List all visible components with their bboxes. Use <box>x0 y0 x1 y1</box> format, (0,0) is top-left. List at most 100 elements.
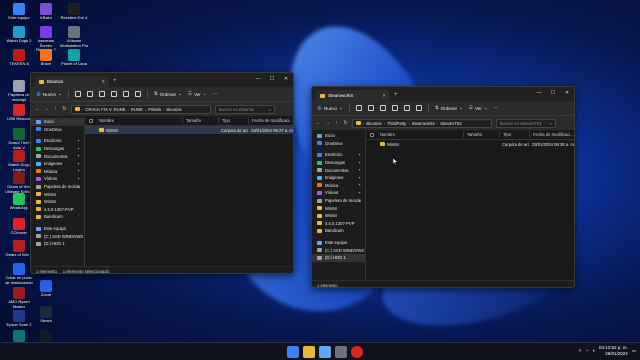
notifications-icon[interactable]: ▭ <box>632 348 636 354</box>
up-arrow-icon[interactable]: ↑ <box>334 120 339 126</box>
share-icon[interactable] <box>122 91 129 97</box>
column-header[interactable]: Nombre <box>96 117 182 124</box>
nav-item[interactable]: Escritorio ✦ <box>31 137 84 145</box>
file-name-cell[interactable]: Win64 <box>377 142 463 147</box>
nav-item[interactable]: Documentos ✦ <box>31 152 84 160</box>
breadcrumb-separator-icon[interactable]: › <box>363 121 364 126</box>
nav-item[interactable]: Vídeos ✦ <box>312 189 365 197</box>
refresh-icon[interactable]: ↻ <box>62 106 67 112</box>
column-header[interactable]: Tipo <box>499 131 529 138</box>
breadcrumb-item[interactable]: ThirdParty <box>387 121 406 126</box>
search-input[interactable]: Buscar en SteamvT53 ⌕ <box>496 118 556 128</box>
file-list[interactable]: Nombre Tamaño Tipo Fecha de modificaci... Wi… <box>366 130 574 280</box>
more-options-icon[interactable]: ··· <box>494 105 499 111</box>
refresh-icon[interactable]: ↻ <box>343 120 348 126</box>
breadcrumb-item[interactable]: Binarios <box>366 121 381 126</box>
up-arrow-icon[interactable]: ↑ <box>53 106 58 112</box>
chevron-up-icon[interactable]: ˄ <box>579 348 582 353</box>
address-bar[interactable]: › CRACK FIX V. RUNE › RUNE › Polaris › Binarios <box>71 104 211 114</box>
file-explorer-window-steamworks[interactable]: SteamworkS ✕ + — ☐ ✕ ⊕ Nuevo ⌄ ⇅ Ordenar ⌄ ☰… <box>311 86 575 288</box>
breadcrumb-separator-icon[interactable]: › <box>163 107 164 112</box>
breadcrumb-separator-icon[interactable]: › <box>128 107 129 112</box>
breadcrumb-separator-icon[interactable]: › <box>145 107 146 112</box>
nav-item[interactable]: Descargas ✦ <box>312 159 365 167</box>
new-tab-button[interactable]: + <box>113 78 117 84</box>
column-header[interactable]: Fecha de modificaci... <box>529 131 574 138</box>
share-icon[interactable] <box>403 105 410 111</box>
clock[interactable]: 04:12:52 p. m. 29/01/2024 <box>599 345 628 356</box>
breadcrumb-item[interactable]: Binarios <box>166 107 181 112</box>
desktop-icon[interactable]: Este equipo <box>4 3 34 21</box>
volume-icon[interactable]: ◖ <box>592 348 595 353</box>
nav-item[interactable]: Escritorio ✦ <box>312 151 365 159</box>
view-button[interactable]: ☰ Ver ⌄ <box>188 91 207 97</box>
nav-item[interactable]: OneDrive <box>31 126 84 134</box>
delete-icon[interactable] <box>415 105 422 111</box>
close-button[interactable]: ✕ <box>560 87 574 101</box>
back-arrow-icon[interactable]: ← <box>35 106 40 112</box>
file-name-cell[interactable]: Win64 <box>96 128 182 133</box>
column-header[interactable]: Fecha de modificaci... <box>248 117 293 124</box>
desktop-icon[interactable]: Steam <box>31 306 61 324</box>
nav-item[interactable]: (C:) SSD WINDOWS <box>31 232 84 240</box>
wifi-icon[interactable]: ◔ <box>586 348 589 353</box>
file-row[interactable]: Win64 Carpeta de arc...29/01/2024 06:27 a… <box>85 126 293 134</box>
paste-icon[interactable] <box>379 105 386 111</box>
close-tab-icon[interactable]: ✕ <box>382 93 386 99</box>
desktop-icon[interactable]: AMD Ryzen Master <box>4 287 34 309</box>
title-bar[interactable]: Binarios ✕ + — ☐ ✕ <box>31 73 293 87</box>
nav-item[interactable]: Música ✦ <box>31 168 84 176</box>
maximize-button[interactable]: ☐ <box>546 87 560 101</box>
desktop-icon[interactable]: Epson Scan 2 <box>4 310 34 328</box>
nav-item[interactable]: (D:) HDD 1 <box>312 253 365 262</box>
nav-item[interactable]: 4.5.0.1307-PVP <box>312 220 365 228</box>
cut-icon[interactable] <box>74 91 81 97</box>
nav-item[interactable]: Win64 <box>31 198 84 206</box>
view-button[interactable]: ☰ Ver ⌄ <box>469 105 488 111</box>
record-icon[interactable] <box>351 346 363 358</box>
nav-item[interactable]: Win64 <box>312 204 365 212</box>
nav-item[interactable]: Documentos ✦ <box>312 166 365 174</box>
cut-icon[interactable] <box>355 105 362 111</box>
nav-item[interactable]: Papelera de recicla ✦ <box>31 183 84 191</box>
nav-item[interactable]: Descargas ✦ <box>31 145 84 153</box>
new-button[interactable]: ⊕ Nuevo ⌄ <box>317 105 343 112</box>
column-header[interactable]: Tamaño <box>463 131 499 138</box>
desktop-icon[interactable]: VMware Workstation Pro <box>59 26 89 48</box>
file-explorer-window-binarios[interactable]: Binarios ✕ + — ☐ ✕ ⊕ Nuevo ⌄ ⇅ Ordenar ⌄ ☰ Ve… <box>30 72 294 274</box>
copy-icon[interactable] <box>367 105 374 111</box>
nav-item[interactable]: Música ✦ <box>312 182 365 190</box>
nav-item[interactable]: Win64 <box>312 212 365 220</box>
new-tab-button[interactable]: + <box>394 92 398 98</box>
file-list[interactable]: Nombre Tamaño Tipo Fecha de modificaci... Wi… <box>85 116 293 266</box>
breadcrumb-item[interactable]: Steamworks <box>412 121 435 126</box>
select-all-checkbox[interactable] <box>89 118 93 123</box>
address-bar[interactable]: › Binarios › ThirdParty › Steamworks › SteamvT5… <box>352 118 492 128</box>
column-header[interactable]: Nombre <box>377 131 463 138</box>
select-all-checkbox[interactable] <box>370 132 374 137</box>
more-options-icon[interactable]: ··· <box>213 91 218 97</box>
close-button[interactable]: ✕ <box>279 73 293 87</box>
nav-item[interactable]: Inicio <box>31 118 84 126</box>
copy-icon[interactable] <box>86 91 93 97</box>
media-icon[interactable] <box>335 346 347 358</box>
desktop-icon[interactable]: Zoom <box>31 280 61 298</box>
nav-item[interactable]: Este equipo <box>312 239 365 247</box>
delete-icon[interactable] <box>134 91 141 97</box>
rename-icon[interactable] <box>391 105 398 111</box>
nav-item[interactable]: Bandicam <box>312 227 365 235</box>
forward-arrow-icon[interactable]: → <box>44 106 49 112</box>
search-input[interactable]: Buscar en Binarios ⌕ <box>215 104 275 114</box>
nav-item[interactable]: (C:) SSD WINDOWS <box>312 246 365 254</box>
title-bar[interactable]: SteamworkS ✕ + — ☐ ✕ <box>312 87 574 101</box>
nav-item[interactable]: Papelera de recicla ✦ <box>312 197 365 205</box>
desktop-icon[interactable]: Watch Dogs 2 <box>4 26 34 44</box>
desktop-icon[interactable]: Brave <box>31 49 61 67</box>
photos-icon[interactable] <box>319 346 331 358</box>
breadcrumb-item[interactable]: RUNE <box>131 107 143 112</box>
breadcrumb-item[interactable]: CRACK FIX V. RUNE <box>85 107 125 112</box>
rename-icon[interactable] <box>110 91 117 97</box>
minimize-button[interactable]: — <box>532 87 546 101</box>
close-tab-icon[interactable]: ✕ <box>101 79 105 85</box>
back-arrow-icon[interactable]: ← <box>316 120 321 126</box>
